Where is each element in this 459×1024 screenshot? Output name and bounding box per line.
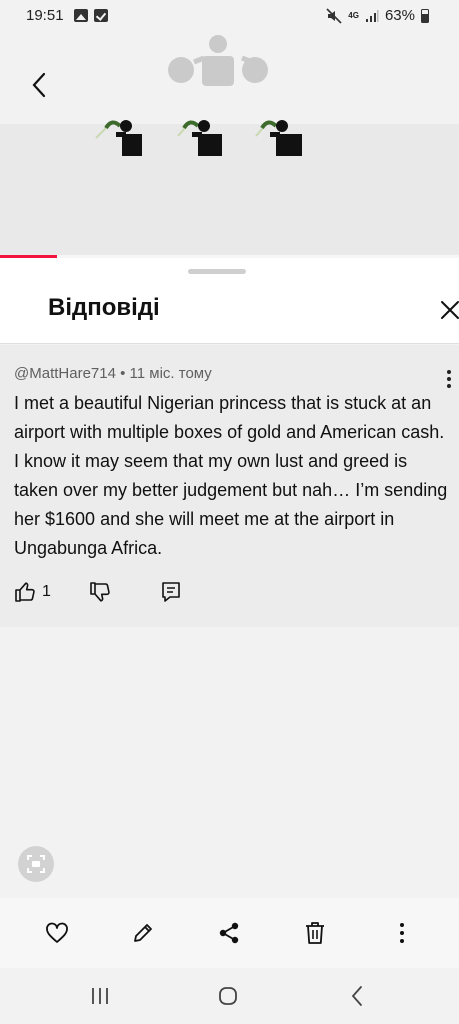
dancing-figure-emoji [177, 120, 222, 156]
more-vertical-icon [400, 923, 404, 943]
like-button[interactable]: 1 [14, 581, 51, 603]
reply-button[interactable] [160, 581, 182, 603]
heart-icon [46, 922, 68, 943]
back-icon [351, 986, 362, 1006]
edit-pencil-icon [134, 924, 152, 942]
thumbs-up-icon [15, 582, 35, 602]
share-icon [219, 922, 239, 944]
drag-handle[interactable] [188, 269, 246, 274]
home-icon [219, 987, 237, 1005]
close-button[interactable] [438, 298, 459, 322]
back-arrow-icon [32, 72, 46, 98]
comment-actions: 1 [14, 579, 182, 605]
close-x-icon [441, 301, 459, 319]
edit-button[interactable] [130, 920, 156, 946]
dancing-figure-emoji [95, 120, 142, 156]
reply-icon [162, 582, 180, 602]
recents-button[interactable] [88, 984, 112, 1008]
screenshot-capture-icon [27, 855, 45, 873]
mute-icon [326, 7, 342, 24]
status-system-icons: 4G 63% [326, 7, 429, 24]
battery-percent: 63% [384, 7, 415, 24]
emoji-row [92, 108, 302, 160]
network-4g-icon: 4G [348, 10, 359, 20]
screenshot-toolbar [0, 898, 459, 968]
like-count: 1 [42, 583, 51, 600]
check-icon [94, 9, 108, 22]
screenshot-capture-button[interactable] [18, 846, 54, 882]
sheet-title: Відповіді [48, 294, 160, 321]
comment-author-meta[interactable]: @MattHare714 • 11 міс. тому [14, 365, 212, 382]
favorite-button[interactable] [44, 920, 70, 946]
more-vertical-icon [447, 370, 451, 388]
system-nav-bar [0, 968, 459, 1024]
home-button[interactable] [216, 984, 240, 1008]
status-bar: 19:51 4G 63% [0, 0, 459, 32]
comment-text: I met a beautiful Nigerian princess that… [14, 393, 448, 558]
gallery-icon [74, 9, 88, 22]
delete-button[interactable] [302, 920, 328, 946]
status-notification-icons [74, 9, 108, 22]
dislike-button[interactable] [89, 581, 111, 603]
share-button[interactable] [216, 920, 242, 946]
dancing-figure-emoji [255, 120, 302, 156]
replies-sheet: Відповіді @MattHare714 • 11 міс. тому I … [0, 258, 459, 898]
money-bag-person-icon [168, 35, 268, 86]
battery-icon [421, 8, 429, 23]
sheet-header: Відповіді [0, 258, 459, 344]
trash-icon [306, 922, 324, 944]
comment-more-button[interactable] [446, 369, 459, 391]
comment-item: @MattHare714 • 11 міс. тому I met a beau… [0, 345, 459, 627]
nav-back-button[interactable] [345, 984, 369, 1008]
signal-icon [365, 9, 379, 22]
status-time: 19:51 [26, 7, 64, 24]
recents-icon [92, 988, 108, 1004]
thumbs-down-icon [90, 582, 110, 602]
toolbar-more-button[interactable] [389, 920, 415, 946]
back-button[interactable] [22, 68, 56, 102]
